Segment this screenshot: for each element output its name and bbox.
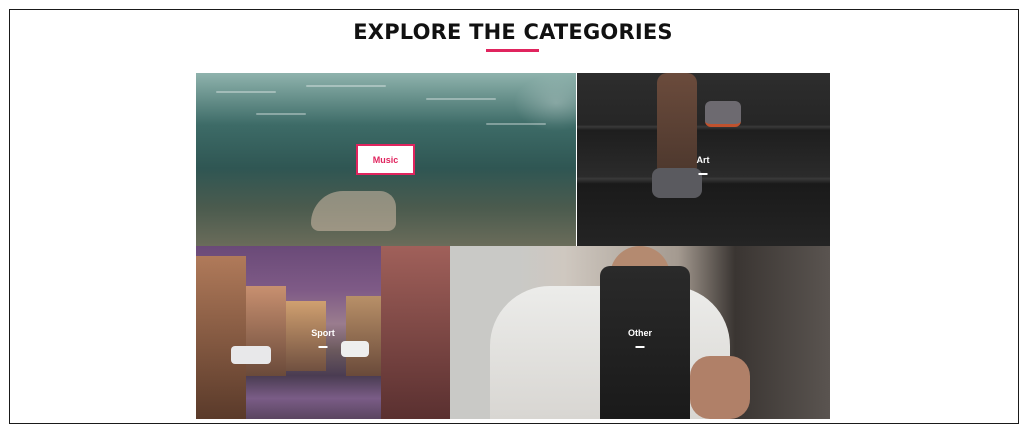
water-ripple: [216, 91, 276, 93]
apron: [600, 266, 690, 419]
arm: [690, 356, 750, 419]
water-ripple: [306, 85, 386, 87]
boat: [341, 341, 369, 357]
water-ripple: [256, 113, 306, 115]
category-label-music[interactable]: Music: [356, 144, 415, 175]
boat: [231, 346, 271, 364]
label-dash: [318, 346, 328, 348]
building: [381, 246, 450, 419]
category-label-sport: Sport: [311, 328, 335, 338]
category-tile-sport[interactable]: Sport: [196, 246, 450, 419]
category-label-art: Art: [696, 155, 710, 165]
label-dash: [698, 173, 708, 175]
building: [196, 256, 246, 419]
title-underline: [486, 49, 539, 52]
shoe-figure: [705, 101, 741, 127]
label-dash: [635, 346, 645, 348]
section-title: EXPLORE THE CATEGORIES: [353, 20, 673, 44]
water-ripple: [486, 123, 546, 125]
category-tile-art[interactable]: Art: [577, 73, 830, 246]
water-ripple: [426, 98, 496, 100]
shoe-figure: [652, 168, 702, 198]
legs-figure: [657, 73, 697, 183]
category-label-other: Other: [627, 328, 653, 338]
category-tile-other[interactable]: Other: [450, 246, 830, 419]
category-tile-music[interactable]: Music: [196, 73, 576, 246]
diver-figure: [311, 191, 396, 231]
building: [346, 296, 381, 376]
